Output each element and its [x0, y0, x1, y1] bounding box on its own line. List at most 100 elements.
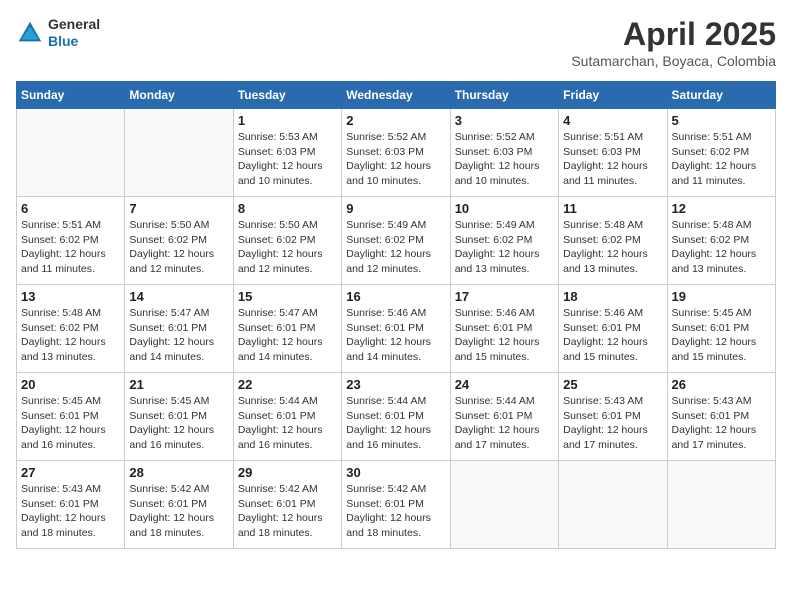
calendar-cell: 5 Sunrise: 5:51 AM Sunset: 6:02 PM Daylig… — [667, 109, 775, 197]
day-number: 21 — [129, 377, 228, 392]
day-info: Sunrise: 5:51 AM Sunset: 6:03 PM Dayligh… — [563, 130, 662, 189]
day-number: 20 — [21, 377, 120, 392]
day-info: Sunrise: 5:44 AM Sunset: 6:01 PM Dayligh… — [346, 394, 445, 453]
day-number: 4 — [563, 113, 662, 128]
calendar-day-header: Friday — [559, 82, 667, 109]
day-info: Sunrise: 5:47 AM Sunset: 6:01 PM Dayligh… — [238, 306, 337, 365]
logo-icon — [16, 19, 44, 47]
calendar-cell: 25 Sunrise: 5:43 AM Sunset: 6:01 PM Dayli… — [559, 373, 667, 461]
day-info: Sunrise: 5:51 AM Sunset: 6:02 PM Dayligh… — [21, 218, 120, 277]
day-number: 25 — [563, 377, 662, 392]
calendar-cell — [559, 461, 667, 549]
calendar-cell: 19 Sunrise: 5:45 AM Sunset: 6:01 PM Dayli… — [667, 285, 775, 373]
day-info: Sunrise: 5:44 AM Sunset: 6:01 PM Dayligh… — [455, 394, 554, 453]
logo-blue: Blue — [48, 33, 100, 50]
day-number: 1 — [238, 113, 337, 128]
day-info: Sunrise: 5:52 AM Sunset: 6:03 PM Dayligh… — [346, 130, 445, 189]
day-info: Sunrise: 5:53 AM Sunset: 6:03 PM Dayligh… — [238, 130, 337, 189]
day-number: 19 — [672, 289, 771, 304]
calendar-cell — [450, 461, 558, 549]
calendar-cell — [667, 461, 775, 549]
day-info: Sunrise: 5:42 AM Sunset: 6:01 PM Dayligh… — [346, 482, 445, 541]
day-number: 11 — [563, 201, 662, 216]
calendar-week-row: 1 Sunrise: 5:53 AM Sunset: 6:03 PM Daylig… — [17, 109, 776, 197]
calendar-table: SundayMondayTuesdayWednesdayThursdayFrid… — [16, 81, 776, 549]
logo-text: General Blue — [48, 16, 100, 50]
calendar-cell: 3 Sunrise: 5:52 AM Sunset: 6:03 PM Daylig… — [450, 109, 558, 197]
calendar-day-header: Saturday — [667, 82, 775, 109]
day-number: 24 — [455, 377, 554, 392]
day-info: Sunrise: 5:44 AM Sunset: 6:01 PM Dayligh… — [238, 394, 337, 453]
day-number: 6 — [21, 201, 120, 216]
calendar-week-row: 20Sunrise: 5:45 AM Sunset: 6:01 PM Dayli… — [17, 373, 776, 461]
day-info: Sunrise: 5:50 AM Sunset: 6:02 PM Dayligh… — [238, 218, 337, 277]
logo: General Blue — [16, 16, 100, 50]
day-number: 30 — [346, 465, 445, 480]
day-number: 17 — [455, 289, 554, 304]
calendar-cell: 14 Sunrise: 5:47 AM Sunset: 6:01 PM Dayli… — [125, 285, 233, 373]
day-number: 9 — [346, 201, 445, 216]
day-info: Sunrise: 5:43 AM Sunset: 6:01 PM Dayligh… — [563, 394, 662, 453]
day-info: Sunrise: 5:46 AM Sunset: 6:01 PM Dayligh… — [455, 306, 554, 365]
page-subtitle: Sutamarchan, Boyaca, Colombia — [571, 53, 776, 69]
day-number: 3 — [455, 113, 554, 128]
calendar-cell: 22 Sunrise: 5:44 AM Sunset: 6:01 PM Dayli… — [233, 373, 341, 461]
calendar-cell: 4 Sunrise: 5:51 AM Sunset: 6:03 PM Daylig… — [559, 109, 667, 197]
day-info: Sunrise: 5:51 AM Sunset: 6:02 PM Dayligh… — [672, 130, 771, 189]
day-info: Sunrise: 5:47 AM Sunset: 6:01 PM Dayligh… — [129, 306, 228, 365]
calendar-cell: 24 Sunrise: 5:44 AM Sunset: 6:01 PM Dayli… — [450, 373, 558, 461]
calendar-cell: 7Sunrise: 5:50 AM Sunset: 6:02 PM Daylig… — [125, 197, 233, 285]
calendar-cell: 26Sunrise: 5:43 AM Sunset: 6:01 PM Dayli… — [667, 373, 775, 461]
calendar-week-row: 27 Sunrise: 5:43 AM Sunset: 6:01 PM Dayli… — [17, 461, 776, 549]
day-number: 15 — [238, 289, 337, 304]
day-info: Sunrise: 5:49 AM Sunset: 6:02 PM Dayligh… — [455, 218, 554, 277]
page-title: April 2025 — [571, 16, 776, 53]
calendar-day-header: Sunday — [17, 82, 125, 109]
calendar-cell: 16 Sunrise: 5:46 AM Sunset: 6:01 PM Dayli… — [342, 285, 450, 373]
title-block: April 2025 Sutamarchan, Boyaca, Colombia — [571, 16, 776, 69]
calendar-cell: 8Sunrise: 5:50 AM Sunset: 6:02 PM Daylig… — [233, 197, 341, 285]
calendar-cell: 1 Sunrise: 5:53 AM Sunset: 6:03 PM Daylig… — [233, 109, 341, 197]
calendar-body: 1 Sunrise: 5:53 AM Sunset: 6:03 PM Daylig… — [17, 109, 776, 549]
logo-general: General — [48, 16, 100, 33]
calendar-cell — [17, 109, 125, 197]
calendar-cell: 2 Sunrise: 5:52 AM Sunset: 6:03 PM Daylig… — [342, 109, 450, 197]
calendar-cell — [125, 109, 233, 197]
day-number: 14 — [129, 289, 228, 304]
calendar-cell: 30 Sunrise: 5:42 AM Sunset: 6:01 PM Dayli… — [342, 461, 450, 549]
day-number: 27 — [21, 465, 120, 480]
calendar-cell: 29 Sunrise: 5:42 AM Sunset: 6:01 PM Dayli… — [233, 461, 341, 549]
calendar-cell: 13Sunrise: 5:48 AM Sunset: 6:02 PM Dayli… — [17, 285, 125, 373]
day-number: 5 — [672, 113, 771, 128]
calendar-cell: 18Sunrise: 5:46 AM Sunset: 6:01 PM Dayli… — [559, 285, 667, 373]
day-number: 26 — [672, 377, 771, 392]
calendar-cell: 28Sunrise: 5:42 AM Sunset: 6:01 PM Dayli… — [125, 461, 233, 549]
calendar-day-header: Tuesday — [233, 82, 341, 109]
calendar-cell: 15 Sunrise: 5:47 AM Sunset: 6:01 PM Dayli… — [233, 285, 341, 373]
day-info: Sunrise: 5:42 AM Sunset: 6:01 PM Dayligh… — [238, 482, 337, 541]
day-info: Sunrise: 5:52 AM Sunset: 6:03 PM Dayligh… — [455, 130, 554, 189]
calendar-cell: 12Sunrise: 5:48 AM Sunset: 6:02 PM Dayli… — [667, 197, 775, 285]
day-number: 16 — [346, 289, 445, 304]
day-info: Sunrise: 5:43 AM Sunset: 6:01 PM Dayligh… — [21, 482, 120, 541]
page-header: General Blue April 2025 Sutamarchan, Boy… — [16, 16, 776, 69]
day-info: Sunrise: 5:45 AM Sunset: 6:01 PM Dayligh… — [672, 306, 771, 365]
calendar-header-row: SundayMondayTuesdayWednesdayThursdayFrid… — [17, 82, 776, 109]
day-number: 18 — [563, 289, 662, 304]
day-number: 10 — [455, 201, 554, 216]
day-info: Sunrise: 5:46 AM Sunset: 6:01 PM Dayligh… — [346, 306, 445, 365]
day-info: Sunrise: 5:49 AM Sunset: 6:02 PM Dayligh… — [346, 218, 445, 277]
day-number: 22 — [238, 377, 337, 392]
calendar-day-header: Thursday — [450, 82, 558, 109]
day-number: 2 — [346, 113, 445, 128]
calendar-cell: 6 Sunrise: 5:51 AM Sunset: 6:02 PM Daylig… — [17, 197, 125, 285]
day-info: Sunrise: 5:50 AM Sunset: 6:02 PM Dayligh… — [129, 218, 228, 277]
day-number: 28 — [129, 465, 228, 480]
day-number: 23 — [346, 377, 445, 392]
calendar-cell: 21Sunrise: 5:45 AM Sunset: 6:01 PM Dayli… — [125, 373, 233, 461]
day-info: Sunrise: 5:48 AM Sunset: 6:02 PM Dayligh… — [21, 306, 120, 365]
calendar-cell: 27 Sunrise: 5:43 AM Sunset: 6:01 PM Dayli… — [17, 461, 125, 549]
day-number: 29 — [238, 465, 337, 480]
calendar-week-row: 6 Sunrise: 5:51 AM Sunset: 6:02 PM Daylig… — [17, 197, 776, 285]
calendar-cell: 17 Sunrise: 5:46 AM Sunset: 6:01 PM Dayli… — [450, 285, 558, 373]
